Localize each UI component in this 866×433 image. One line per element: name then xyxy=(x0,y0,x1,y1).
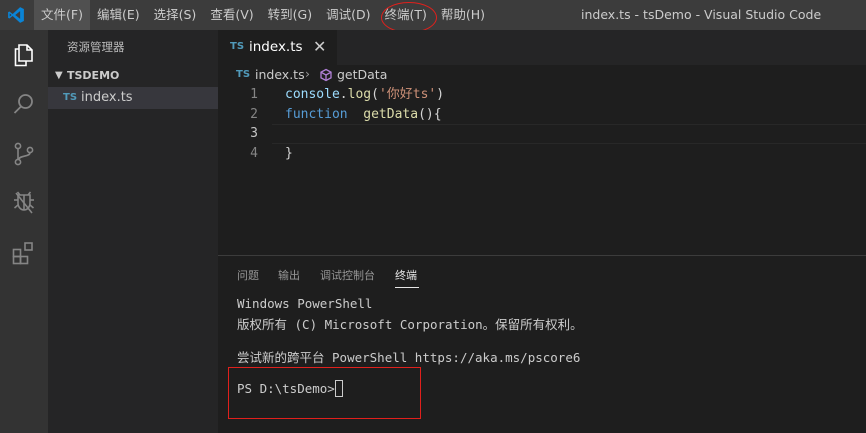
code-line: 2 function getData(){ xyxy=(218,105,866,125)
terminal-line: 尝试新的跨平台 PowerShell https://aka.ms/pscore… xyxy=(237,350,581,365)
menu-debug[interactable]: 调试(D) xyxy=(319,0,377,30)
menu-help[interactable]: 帮助(H) xyxy=(434,0,492,30)
tab-terminal[interactable]: 终端 xyxy=(395,267,417,283)
line-number: 4 xyxy=(250,145,258,161)
breadcrumb-file[interactable]: index.ts xyxy=(255,67,305,82)
terminal-line: 版权所有 (C) Microsoft Corporation。保留所有权利。 xyxy=(237,317,583,332)
line-number: 3 xyxy=(250,126,258,141)
menu-file[interactable]: 文件(F) xyxy=(34,0,90,30)
annotation-circle xyxy=(381,2,437,33)
annotation-rectangle xyxy=(228,367,421,419)
typescript-file-icon: TS xyxy=(230,41,245,52)
method-symbol-icon xyxy=(320,68,332,82)
activity-bar xyxy=(0,30,48,433)
tab-output[interactable]: 输出 xyxy=(278,267,300,283)
folder-tsdemo[interactable]: ▼ TSDEMO xyxy=(48,65,218,87)
file-index-ts[interactable]: TS index.ts xyxy=(48,87,218,109)
source-control-icon[interactable] xyxy=(10,140,38,168)
title-bar: 文件(F) 编辑(E) 选择(S) 查看(V) 转到(G) 调试(D) 终端(T… xyxy=(0,0,866,33)
menu-go[interactable]: 转到(G) xyxy=(261,0,319,30)
line-number: 1 xyxy=(250,87,258,102)
tab-debug-console[interactable]: 调试控制台 xyxy=(320,267,375,283)
terminal-line: Windows PowerShell xyxy=(237,296,373,311)
extensions-icon[interactable] xyxy=(10,239,38,267)
menu-view[interactable]: 查看(V) xyxy=(203,0,260,30)
vscode-logo-icon xyxy=(8,7,24,23)
code-line: 4 } xyxy=(218,144,866,164)
sidebar-title: 资源管理器 xyxy=(67,40,125,54)
explorer-sidebar: 资源管理器 ▼ TSDEMO TS index.ts xyxy=(48,30,218,433)
line-number: 2 xyxy=(250,106,258,122)
menu-selection[interactable]: 选择(S) xyxy=(147,0,204,30)
code-text: } xyxy=(285,145,293,161)
code-editor[interactable]: 1 console.log('你好ts') 2 function getData… xyxy=(218,85,866,255)
code-line: 1 console.log('你好ts') xyxy=(218,85,866,105)
file-label: index.ts xyxy=(81,90,133,105)
active-tab-indicator xyxy=(395,287,419,288)
close-icon[interactable]: ✕ xyxy=(313,37,326,56)
tab-problems[interactable]: 问题 xyxy=(237,267,259,283)
code-line: 3 xyxy=(218,124,866,144)
bottom-panel: 问题 输出 调试控制台 终端 Windows PowerShell 版权所有 (… xyxy=(218,255,866,433)
window-title: index.ts - tsDemo - Visual Studio Code xyxy=(581,7,822,22)
breadcrumb-symbol[interactable]: getData xyxy=(337,67,387,82)
chevron-down-icon: ▼ xyxy=(55,70,63,81)
menu-edit[interactable]: 编辑(E) xyxy=(90,0,147,30)
code-text: console.log('你好ts') xyxy=(285,87,445,102)
editor-tab-bar: TS index.ts ✕ xyxy=(218,30,866,65)
chevron-right-icon: › xyxy=(305,66,310,81)
tab-label: index.ts xyxy=(249,39,303,55)
debug-icon[interactable] xyxy=(10,189,38,217)
tab-index-ts[interactable]: TS index.ts ✕ xyxy=(218,30,337,65)
files-icon[interactable] xyxy=(10,41,38,69)
typescript-file-icon: TS xyxy=(63,92,78,103)
folder-label: TSDEMO xyxy=(67,69,120,82)
typescript-file-icon: TS xyxy=(236,69,251,80)
code-text: function getData(){ xyxy=(285,106,442,122)
search-icon[interactable] xyxy=(10,90,38,118)
breadcrumb: TS index.ts › getData xyxy=(218,65,866,85)
